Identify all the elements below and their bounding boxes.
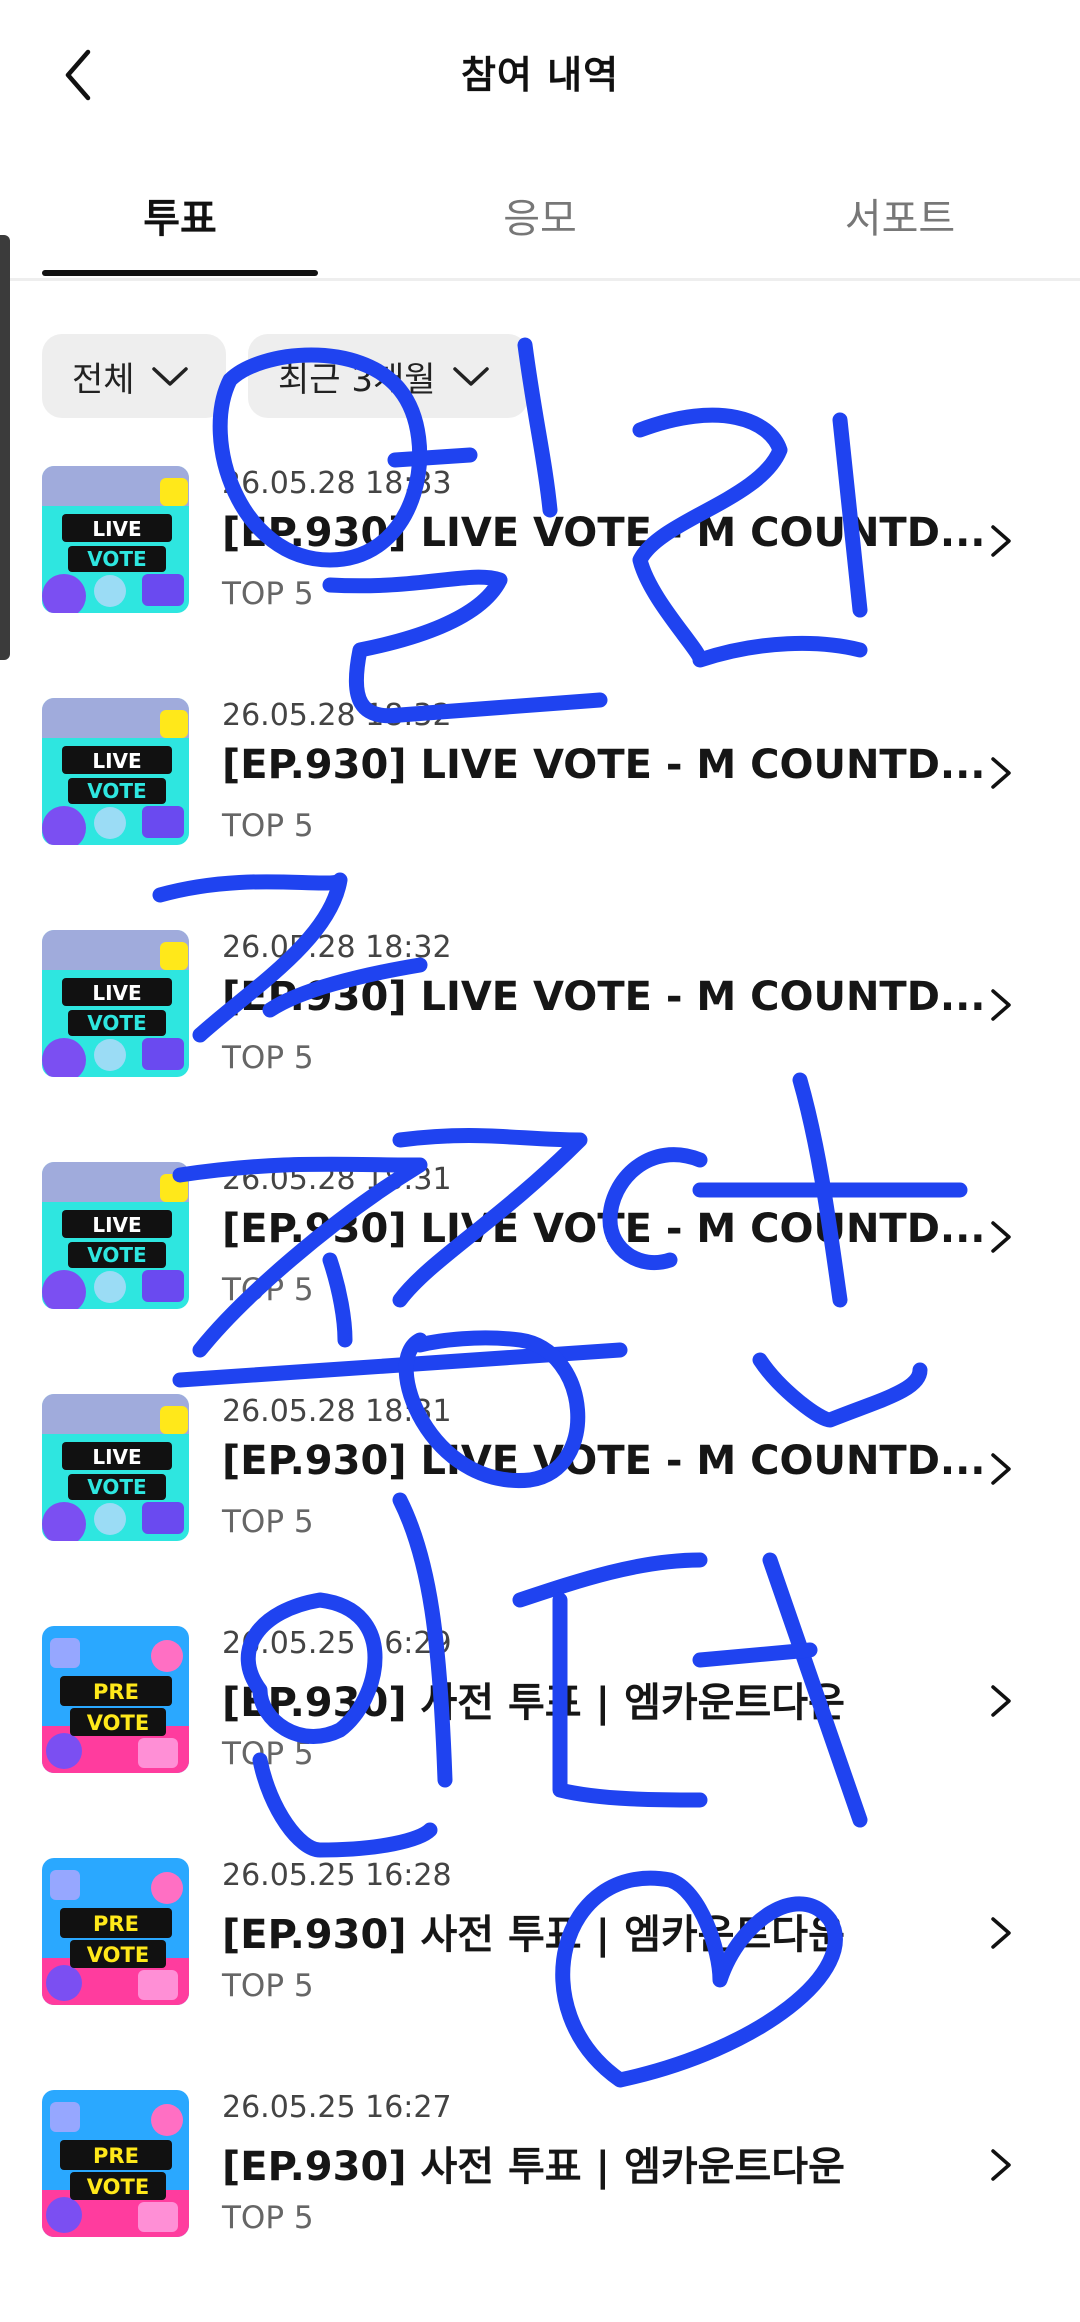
thumb-label-1: PRE	[93, 1680, 139, 1704]
item-category: TOP 5	[222, 1968, 314, 2004]
item-date: 26.05.25 16:28	[222, 1858, 452, 1893]
item-title: [EP.930] 사전 투표 | 엠카운트다운	[222, 1680, 845, 1726]
thumb-label-1: LIVE	[92, 981, 141, 1005]
chevron-right-icon	[991, 989, 1011, 1021]
vote-thumbnail: PRE VOTE	[42, 1626, 189, 1773]
page-title: 참여 내역	[460, 53, 620, 97]
list-item[interactable]: PRE VOTE 26.05.25 16:28 [EP.930] 사전 투표 | 엠카…	[0, 1858, 1080, 2090]
item-category: TOP 5	[222, 2200, 314, 2236]
thumb-label-2: VOTE	[87, 1711, 149, 1735]
thumb-label-1: PRE	[93, 1912, 139, 1936]
list-item[interactable]: LIVE VOTE 26.05.28 18:31 [EP.930] LIVE VOTE…	[0, 1394, 1080, 1626]
vote-thumbnail: PRE VOTE	[42, 2090, 189, 2237]
filter-all-label: 전체	[72, 359, 135, 400]
thumb-label-2: VOTE	[87, 547, 146, 571]
chevron-right-icon	[991, 2149, 1011, 2181]
vote-thumbnail: LIVE VOTE	[42, 1162, 189, 1309]
list-item[interactable]: PRE VOTE 26.05.25 16:29 [EP.930] 사전 투표 | 엠카…	[0, 1626, 1080, 1858]
tab-entry[interactable]: 응모	[380, 186, 700, 244]
item-title: [EP.930] LIVE VOTE - M COUNTD...	[222, 974, 986, 1020]
chevron-down-icon	[452, 367, 489, 386]
list-item[interactable]: LIVE VOTE 26.05.28 18:33 [EP.930] LIVE VOTE…	[0, 466, 1080, 698]
thumb-label-2: VOTE	[87, 779, 146, 803]
item-date: 26.05.28 18:32	[222, 930, 452, 965]
chevron-right-icon	[991, 1453, 1011, 1485]
item-title: [EP.930] LIVE VOTE - M COUNTD...	[222, 510, 986, 556]
filter-all-dropdown[interactable]: 전체	[42, 334, 226, 418]
chevron-right-icon	[991, 757, 1011, 789]
thumb-label-1: LIVE	[92, 1445, 141, 1469]
item-category: TOP 5	[222, 1040, 314, 1076]
thumb-label-1: LIVE	[92, 749, 141, 773]
chevron-right-icon	[991, 1221, 1011, 1253]
vote-thumbnail: PRE VOTE	[42, 1858, 189, 2005]
active-tab-indicator	[42, 270, 318, 276]
item-title: [EP.930] 사전 투표 | 엠카운트다운	[222, 1912, 845, 1958]
item-date: 26.05.25 16:27	[222, 2090, 452, 2125]
header: 참여 내역	[0, 0, 1080, 150]
list-item[interactable]: PRE VOTE 26.05.25 16:27 [EP.930] 사전 투표 | 엠카…	[0, 2090, 1080, 2322]
chevron-right-icon	[991, 1685, 1011, 1717]
list-item[interactable]: LIVE VOTE 26.05.28 18:32 [EP.930] LIVE VOTE…	[0, 698, 1080, 930]
item-date: 26.05.28 18:31	[222, 1394, 452, 1429]
item-category: TOP 5	[222, 808, 314, 844]
item-date: 26.05.25 16:29	[222, 1626, 452, 1661]
item-category: TOP 5	[222, 1504, 314, 1540]
tab-bar: 투표 응모 서포트	[0, 150, 1080, 281]
item-category: TOP 5	[222, 576, 314, 612]
chevron-down-icon	[151, 367, 188, 386]
thumb-label-2: VOTE	[87, 1475, 146, 1499]
thumb-label-2: VOTE	[87, 2175, 149, 2199]
tab-support[interactable]: 서포트	[740, 186, 1060, 244]
vote-thumbnail: LIVE VOTE	[42, 930, 189, 1077]
item-title: [EP.930] LIVE VOTE - M COUNTD...	[222, 1206, 986, 1252]
thumb-label-2: VOTE	[87, 1943, 149, 1967]
list-item[interactable]: LIVE VOTE 26.05.28 18:32 [EP.930] LIVE VOTE…	[0, 930, 1080, 1162]
chevron-right-icon	[991, 1917, 1011, 1949]
vote-thumbnail: LIVE VOTE	[42, 698, 189, 845]
vote-thumbnail: LIVE VOTE	[42, 1394, 189, 1541]
filter-period-label: 최근 3개월	[278, 359, 436, 400]
list-item[interactable]: LIVE VOTE 26.05.28 18:31 [EP.930] LIVE VOTE…	[0, 1162, 1080, 1394]
item-title: [EP.930] LIVE VOTE - M COUNTD...	[222, 742, 986, 788]
thumb-label-1: PRE	[93, 2144, 139, 2168]
item-date: 26.05.28 18:33	[222, 466, 452, 501]
thumb-label-1: LIVE	[92, 1213, 141, 1237]
item-category: TOP 5	[222, 1272, 314, 1308]
vote-thumbnail: LIVE VOTE	[42, 466, 189, 613]
chevron-right-icon	[991, 525, 1011, 557]
filter-period-dropdown[interactable]: 최근 3개월	[248, 334, 528, 418]
thumb-label-2: VOTE	[87, 1011, 146, 1035]
item-date: 26.05.28 18:32	[222, 698, 452, 733]
item-date: 26.05.28 18:31	[222, 1162, 452, 1197]
thumb-label-1: LIVE	[92, 517, 141, 541]
item-title: [EP.930] 사전 투표 | 엠카운트다운	[222, 2144, 845, 2190]
thumb-label-2: VOTE	[87, 1243, 146, 1267]
item-title: [EP.930] LIVE VOTE - M COUNTD...	[222, 1438, 986, 1484]
tab-vote[interactable]: 투표	[20, 186, 340, 244]
item-category: TOP 5	[222, 1736, 314, 1772]
